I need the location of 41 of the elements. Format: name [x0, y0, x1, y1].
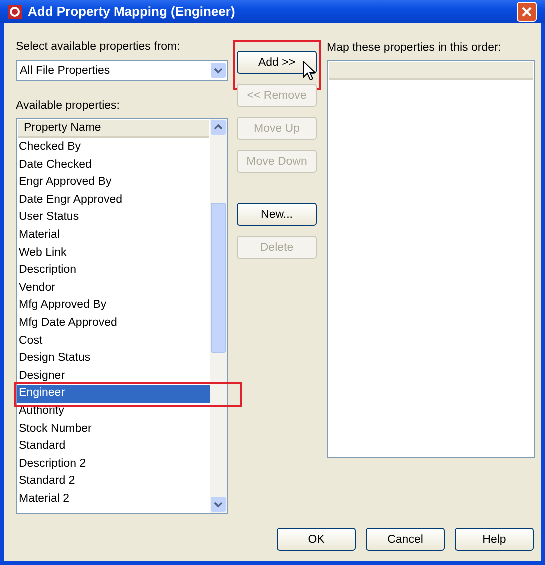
property-item[interactable]: Cost	[17, 332, 210, 350]
property-item[interactable]: Mfg Date Approved	[17, 314, 210, 333]
scroll-up-icon	[211, 120, 226, 135]
property-item[interactable]: User Status	[17, 209, 210, 227]
scrollbar[interactable]	[210, 119, 227, 513]
property-item[interactable]: Vendor	[17, 280, 210, 298]
property-item[interactable]: Engineer	[17, 385, 210, 403]
property-item[interactable]: Authority	[17, 402, 210, 420]
property-item[interactable]: Description 2	[17, 456, 210, 474]
source-label: Select available properties from:	[16, 41, 182, 55]
close-button[interactable]	[517, 2, 537, 22]
property-item[interactable]: Material 2	[17, 490, 210, 508]
property-item[interactable]: Date Engr Approved	[17, 192, 210, 210]
property-item[interactable]: Material	[17, 226, 210, 245]
property-item[interactable]: Checked By	[17, 139, 210, 157]
source-dropdown[interactable]: All File Properties	[16, 60, 228, 81]
property-item[interactable]: Description	[17, 262, 210, 280]
window-title: Add Property Mapping (Engineer)	[28, 4, 236, 19]
mapping-label: Map these properties in this order:	[327, 42, 503, 56]
column-header[interactable]	[329, 62, 533, 80]
property-item[interactable]: Mfg Approved By	[17, 297, 210, 315]
property-item[interactable]: Date Checked	[17, 156, 210, 174]
property-item[interactable]: Web Link	[17, 244, 210, 262]
scroll-thumb[interactable]	[211, 203, 226, 353]
property-item[interactable]: Standard	[17, 438, 210, 456]
action-button[interactable]: Add >>	[237, 51, 317, 74]
dialog-button[interactable]: OK	[277, 528, 356, 551]
property-item[interactable]: Stock Number	[17, 420, 210, 438]
property-item[interactable]: Design Status	[17, 350, 210, 368]
dialog-button[interactable]: Help	[455, 528, 534, 551]
dialog-button[interactable]: Cancel	[366, 528, 445, 551]
property-item[interactable]: Engr Approved By	[17, 174, 210, 192]
scroll-down-icon	[211, 497, 226, 512]
app-icon	[8, 4, 22, 18]
close-icon	[522, 6, 532, 16]
mouse-pointer-icon	[303, 61, 316, 81]
column-header[interactable]: Property Name	[18, 120, 209, 138]
property-item[interactable]: Standard 2	[17, 473, 210, 491]
property-item[interactable]: Designer	[17, 368, 210, 386]
action-button[interactable]: New...	[237, 203, 317, 226]
available-label: Available properties:	[16, 100, 121, 114]
